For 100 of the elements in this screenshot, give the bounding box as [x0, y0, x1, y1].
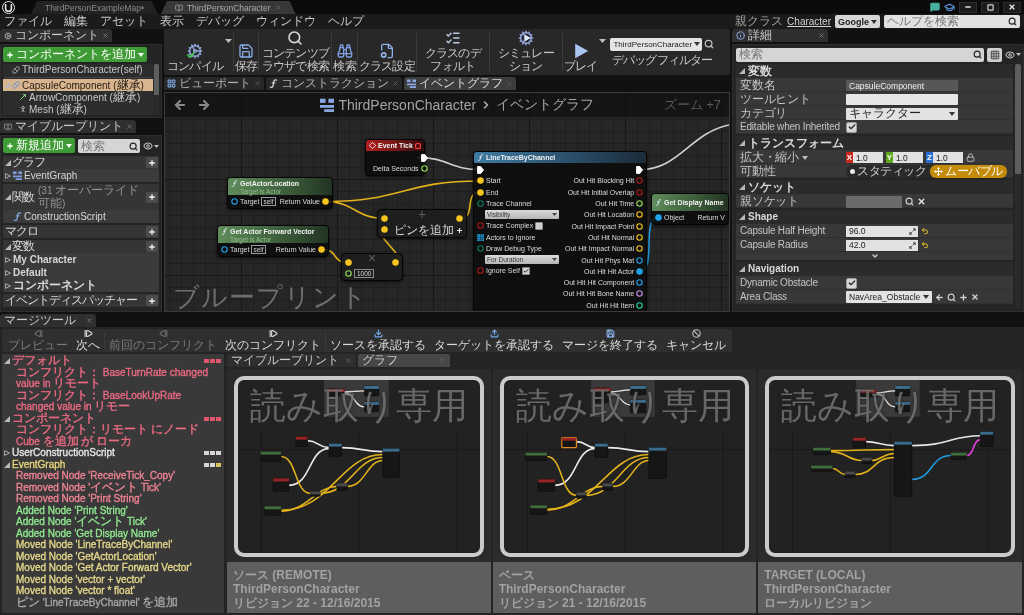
add-button[interactable] — [146, 241, 158, 252]
view-options-button[interactable] — [1005, 49, 1021, 60]
lock-icon[interactable] — [966, 153, 975, 162]
speech-bubble-icon[interactable] — [930, 2, 940, 12]
tree-item[interactable]: ArrowComponent (継承) — [3, 91, 153, 103]
toolbar-button[interactable]: クラスのデフォルト — [416, 30, 489, 74]
view-options-button[interactable] — [143, 141, 159, 151]
undo-arrow-icon[interactable] — [921, 241, 929, 249]
change-item[interactable]: ピン 'LineTraceByChannel' を追加 — [2, 596, 224, 608]
breadcrumb-link[interactable]: ThirdPersonCharacter — [338, 97, 477, 113]
expanded-arrow-icon[interactable] — [5, 159, 11, 166]
expanded-arrow-icon[interactable] — [739, 68, 745, 74]
number-field[interactable]: 96.0 — [846, 225, 918, 237]
menu-item[interactable]: ヘルプ — [328, 14, 364, 29]
expanded-arrow-icon[interactable] — [739, 266, 745, 272]
change-group[interactable]: EventGraph — [2, 458, 224, 470]
graduation-cap-icon[interactable] — [944, 1, 955, 13]
search-provider-dropdown[interactable]: Google — [835, 15, 880, 28]
merge-toolbar-button[interactable]: キャンセル — [662, 329, 730, 352]
scrollbar[interactable] — [1015, 64, 1021, 309]
grid-view-button[interactable] — [987, 47, 1002, 62]
menu-item[interactable]: ファイル — [4, 14, 52, 29]
merge-toolbar-button[interactable]: ソースを承認する — [326, 329, 430, 352]
change-item[interactable]: Removed Node 'ReceiveTick_Copy' — [2, 470, 224, 482]
expanded-arrow-icon[interactable] — [739, 140, 745, 146]
number-field[interactable]: 1.0 — [933, 152, 963, 163]
editor-tab[interactable]: イベントグラフ — [404, 77, 516, 90]
expanded-arrow-icon[interactable] — [739, 214, 745, 220]
collapsed-arrow-icon[interactable] — [5, 172, 11, 179]
collapsed-arrow-icon[interactable] — [4, 450, 10, 456]
collapsed-arrow-icon[interactable] — [5, 282, 11, 289]
plus-icon[interactable] — [959, 292, 968, 302]
socket-field[interactable] — [846, 195, 902, 208]
tree-item[interactable]: ThirdPersonCharacter(self) — [3, 64, 153, 76]
number-field[interactable]: 42.0 — [846, 239, 918, 251]
merge-toolbar-button[interactable]: マージを終了する — [558, 329, 662, 352]
list-item[interactable]: ConstructionScript — [3, 210, 159, 223]
expanded-arrow-icon[interactable] — [739, 184, 745, 190]
change-item[interactable]: Moved Node 'Get Actor Forward Vector' — [2, 562, 224, 574]
tree-item[interactable]: CapsuleComponent (継承) — [3, 79, 153, 91]
add-button[interactable] — [146, 157, 158, 168]
clear-icon[interactable] — [917, 197, 926, 206]
menu-item[interactable]: 表示 — [160, 14, 184, 29]
expanded-arrow-icon[interactable] — [4, 461, 10, 468]
clear-icon[interactable] — [971, 293, 979, 301]
document-tab[interactable]: ThirdPersonCharacter — [160, 1, 296, 14]
number-field[interactable]: 1.0 — [853, 152, 883, 163]
change-item[interactable]: Moved Node 'vector * float' — [2, 585, 224, 597]
panel-tab[interactable]: マイブループリント — [0, 120, 136, 133]
list-item[interactable]: EventGraph — [3, 169, 159, 182]
add-pin-button[interactable]: ピンを追加 — [394, 224, 463, 236]
panel-tab[interactable]: マージツール — [0, 314, 96, 327]
toolbar-button[interactable]: クラス設定 — [357, 30, 416, 74]
expanded-arrow-icon[interactable] — [4, 358, 10, 364]
add-component-button[interactable]: コンポーネントを追加 — [3, 47, 147, 62]
change-item[interactable]: Removed Node 'Print String' — [2, 493, 224, 505]
menu-item[interactable]: アセット — [100, 14, 148, 29]
text-field[interactable] — [846, 94, 958, 105]
change-group[interactable]: コンポーネント — [2, 412, 224, 424]
number-field[interactable]: 1.0 — [893, 152, 923, 163]
toolbar-button[interactable]: 保存 — [234, 30, 259, 74]
menu-item[interactable]: ウィンドウ — [256, 14, 316, 29]
search-icon[interactable] — [704, 39, 715, 49]
change-item[interactable]: コンフリクト：リモート にノード Cube を追加 が ローカ — [2, 424, 224, 447]
document-tab[interactable]: ThirdPersonExampleMap• — [31, 1, 158, 14]
minimize-button[interactable] — [959, 1, 977, 13]
close-icon[interactable] — [126, 123, 133, 130]
checkbox[interactable] — [846, 277, 857, 289]
toolbar-button[interactable]: シミュレーション — [489, 30, 562, 74]
menu-item[interactable]: 編集 — [64, 14, 88, 29]
toolbar-button[interactable]: プレイ — [562, 30, 599, 74]
search-icon[interactable] — [905, 197, 914, 206]
list-item[interactable]: コンポーネント — [3, 279, 159, 292]
view-tab[interactable]: マイブループリント — [227, 354, 356, 367]
list-item[interactable]: My Character — [3, 253, 159, 266]
editor-tab[interactable]: ビューポート — [164, 77, 264, 90]
left-arrow-icon[interactable] — [173, 98, 187, 112]
expanded-arrow-icon[interactable] — [5, 243, 11, 250]
expanded-arrow-icon[interactable] — [4, 415, 10, 422]
parent-class-link[interactable]: Character — [787, 16, 831, 27]
collapsed-arrow-icon[interactable] — [5, 256, 11, 263]
list-item[interactable]: Default — [3, 266, 159, 279]
change-group[interactable]: UserConstructionScript — [2, 447, 224, 459]
left-arrow-icon[interactable] — [935, 292, 944, 302]
panel-tab[interactable]: 詳細 — [732, 29, 828, 42]
change-item[interactable]: Moved Node 'vector + vector' — [2, 573, 224, 585]
merge-toolbar-button[interactable]: ターゲットを承認する — [430, 329, 558, 352]
toolbar-button[interactable]: コンパイル — [166, 30, 224, 74]
toolbar-button[interactable]: コンテンツブラウザで検索 — [259, 30, 332, 74]
merge-toolbar-button[interactable]: 次へ — [72, 329, 104, 352]
chevron-down-icon[interactable] — [870, 252, 879, 260]
toggle-option[interactable]: スタティック — [846, 165, 930, 178]
editor-tab[interactable]: コンストラクション — [266, 77, 402, 90]
debug-filter-dropdown[interactable]: ThirdPersonCharacter — [610, 37, 703, 51]
change-item[interactable]: コンフリクト： BaseTurnRate changed value in リモート — [2, 366, 224, 390]
right-arrow-icon[interactable] — [197, 98, 211, 112]
toolbar-button[interactable]: 検索 — [332, 30, 357, 74]
checkbox[interactable] — [846, 121, 857, 133]
add-new-button[interactable]: 新規追加 — [3, 138, 75, 153]
merge-toolbar-button[interactable]: 次のコンフリクト — [221, 329, 325, 352]
